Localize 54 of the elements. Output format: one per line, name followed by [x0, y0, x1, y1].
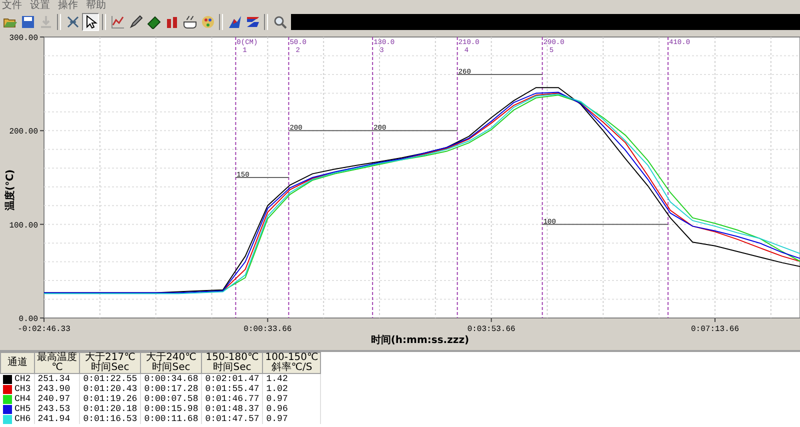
column-header: 100-150℃ 斜率℃/S — [262, 352, 321, 374]
column-header: 大于240℃ 时间Sec — [140, 352, 202, 374]
y-tick-label: 200.00 — [9, 128, 38, 137]
table-cell: 0:00:07.58 — [144, 394, 198, 404]
save-button[interactable] — [19, 13, 36, 31]
x-axis-title: 时间(h:mm:ss.zzz) — [370, 335, 470, 346]
table-cell: CH3 — [14, 384, 31, 394]
y-axis-title: 温度(℃) — [5, 169, 16, 211]
x-tick-label: -0:02:46.33 — [18, 325, 70, 334]
limit-line — [235, 177, 290, 178]
y-tick-label: 300.00 — [9, 34, 38, 43]
table-cell: 0:02:01.47 — [205, 374, 260, 384]
table-cell: CH6 — [14, 414, 31, 424]
line-chart-button[interactable] — [109, 13, 126, 31]
column-header: 通道 — [0, 352, 35, 374]
table-cell: 243.53 — [38, 404, 70, 414]
pen-button[interactable] — [127, 13, 144, 31]
table-cell: 1.02 — [266, 384, 288, 394]
table-cell: 241.94 — [38, 414, 70, 424]
y-tick-label: 0.00 — [18, 315, 38, 324]
table-cell: 0:00:34.68 — [144, 374, 198, 384]
table-cell: 0:01:22.55 — [83, 374, 138, 384]
column-header: 大于217℃ 时间Sec — [80, 352, 141, 374]
x-tick-label: 0:00:33.66 — [244, 325, 292, 334]
x-tick-label: 0:07:13.66 — [691, 325, 740, 334]
table-cell: 0.96 — [266, 404, 288, 414]
table-cell: 0:01:16.53 — [83, 414, 138, 424]
column-header: 150-180℃ 时间Sec — [202, 352, 263, 374]
menu-item[interactable]: 设置 — [30, 0, 50, 12]
table-cell: 0:01:20.43 — [83, 384, 138, 394]
table-cell: 0:00:11.68 — [144, 414, 198, 424]
menu-item[interactable]: 帮助 — [86, 0, 106, 12]
table-cell: CH5 — [14, 404, 31, 414]
table-cell: 0.97 — [266, 414, 288, 424]
table-cell: 0:01:55.47 — [205, 384, 260, 394]
x-tick-label: 0:03:53.66 — [467, 325, 516, 334]
table-cell: 240.97 — [38, 394, 70, 404]
table-cell: 251.34 — [38, 374, 70, 384]
table-cell: 0.97 — [266, 394, 288, 404]
pot-button[interactable] — [181, 13, 198, 31]
table-cell: CH2 — [14, 374, 31, 384]
table-cell: 1.42 — [266, 374, 288, 384]
table-cell: 0:01:20.18 — [83, 404, 138, 414]
table-cell: 243.90 — [38, 384, 70, 394]
table-cell: 0:01:46.77 — [205, 394, 260, 404]
table-cell: 0:01:19.26 — [83, 394, 138, 404]
menu-item[interactable]: 操作 — [58, 0, 78, 12]
table-cell: CH4 — [14, 394, 31, 404]
table-cell: 0:00:15.98 — [144, 404, 198, 414]
pointer-button[interactable] — [82, 13, 99, 31]
table-cell: 0:01:47.57 — [205, 414, 260, 424]
y-tick-label: 100.00 — [9, 221, 38, 230]
table-cell: 0:00:17.28 — [144, 384, 198, 394]
table-cell: 0:01:48.37 — [205, 404, 260, 414]
